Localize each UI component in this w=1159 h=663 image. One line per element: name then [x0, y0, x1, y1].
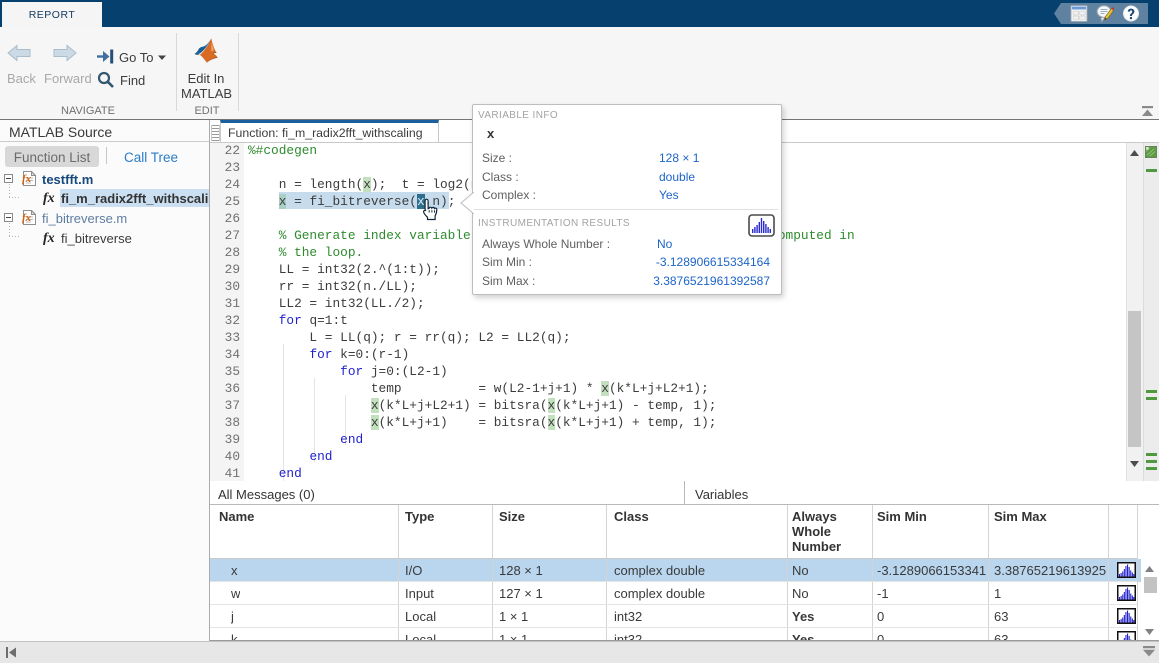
svg-text:fx: fx: [22, 173, 32, 185]
svg-text:fx: fx: [22, 212, 32, 224]
